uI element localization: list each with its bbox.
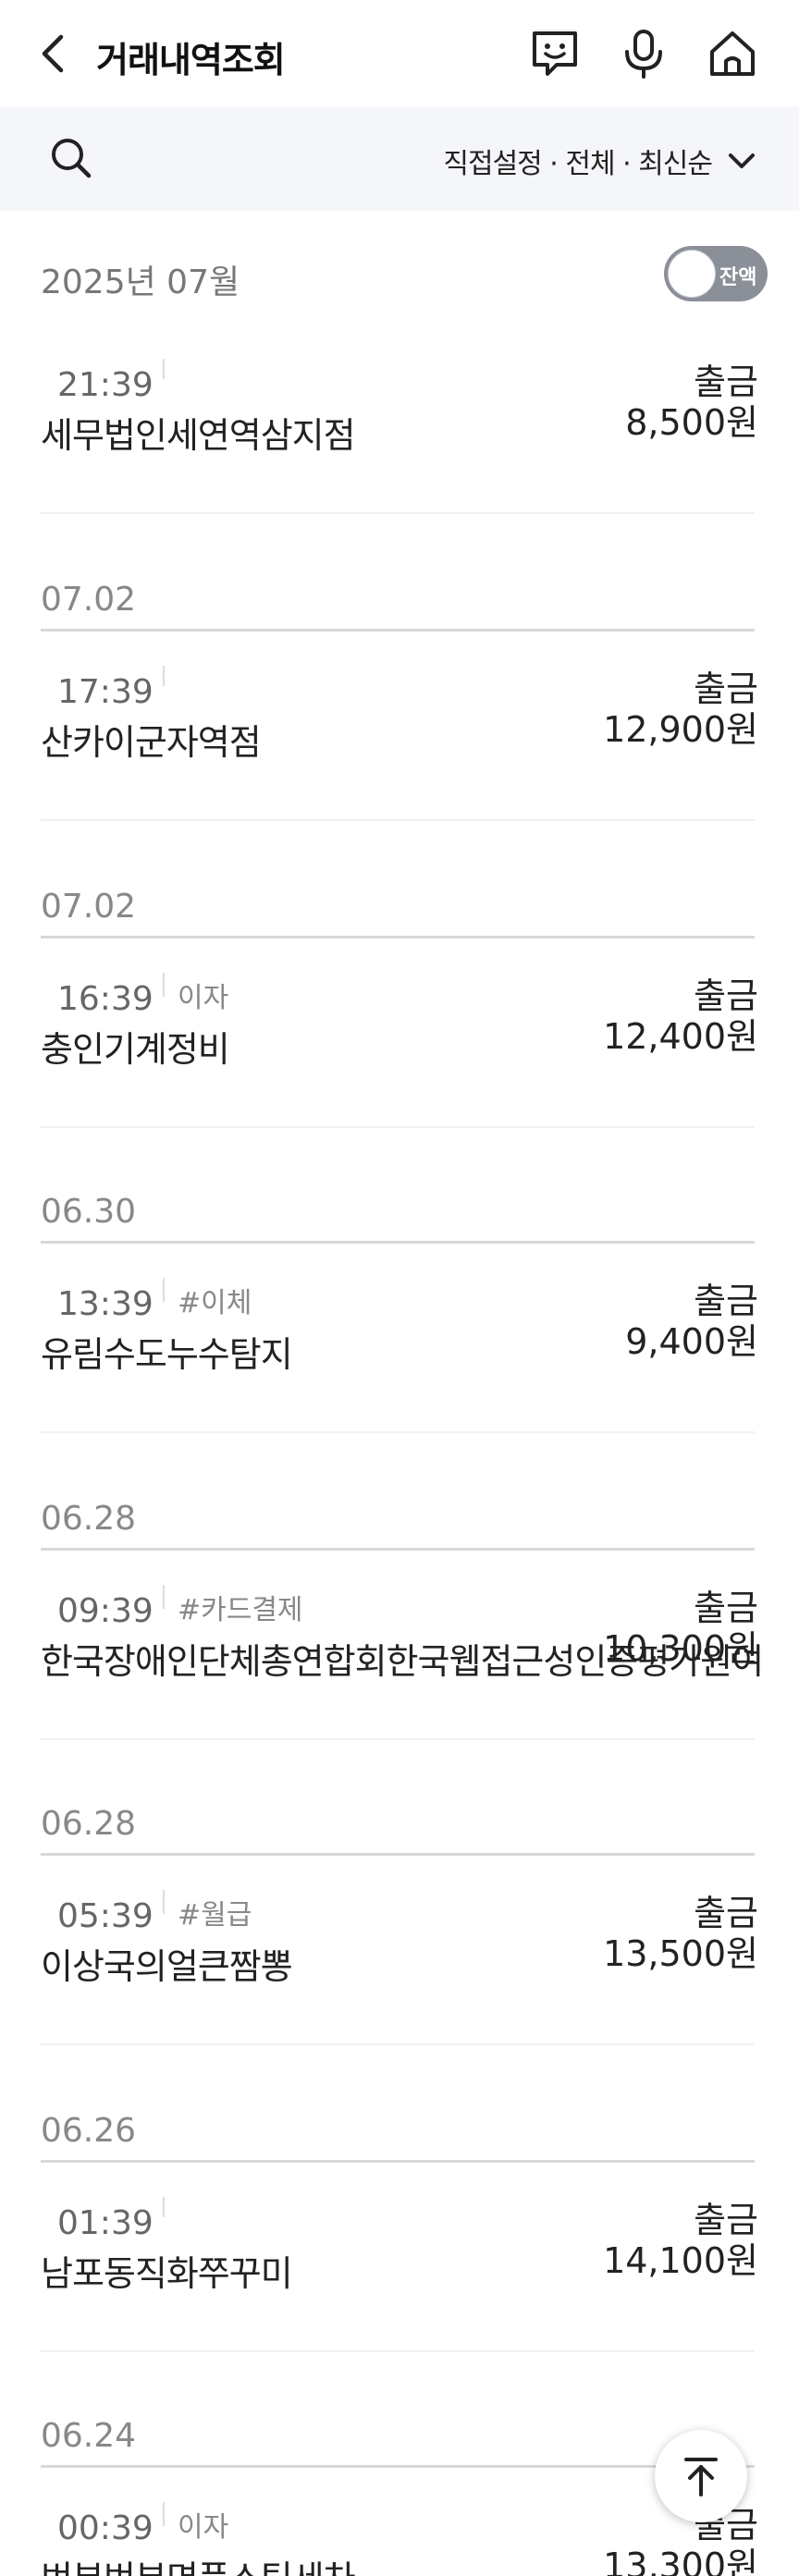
- balance-toggle-label: 잔액: [719, 266, 757, 289]
- tx-time: 13:39: [57, 1285, 154, 1323]
- voice-button[interactable]: [616, 26, 671, 81]
- tx-tag: 이자: [178, 2511, 229, 2544]
- balance-toggle[interactable]: 잔액: [664, 246, 768, 301]
- divider: [163, 1585, 165, 1609]
- tx-amount: 12,400원: [603, 1016, 758, 1057]
- divider: [41, 1241, 755, 1244]
- arrow-up-icon: [684, 2458, 718, 2496]
- tx-merchant: 번부번부면품스틱세차: [41, 2550, 356, 2576]
- transaction-row[interactable]: 13:39 #이체 유림수도누수탐지 출금 9,400원: [0, 1267, 799, 1433]
- tx-merchant: 산카이군자역점: [41, 722, 262, 763]
- divider: [163, 1278, 165, 1302]
- divider: [163, 2197, 165, 2217]
- divider: [163, 2502, 165, 2526]
- transaction-row[interactable]: 21:39 세무법인세연역삼지점 출금 8,500원: [0, 348, 799, 514]
- divider: [163, 666, 165, 686]
- tx-time: 01:39: [57, 2204, 154, 2242]
- divider: [41, 1431, 755, 1433]
- tx-amount: 8,500원: [625, 402, 758, 443]
- divider: [41, 2465, 755, 2468]
- tx-merchant: 세무법인세연역삼지점: [41, 415, 356, 456]
- tx-tag: #월급: [178, 1899, 252, 1932]
- tx-time: 05:39: [57, 1897, 154, 1935]
- divider: [41, 1548, 755, 1551]
- tx-time: 09:39: [57, 1592, 154, 1630]
- transaction-row[interactable]: 01:39 남포동직화쭈꾸미 출금 14,100원: [0, 2186, 799, 2352]
- tx-time: 17:39: [57, 673, 154, 711]
- chatbot-button[interactable]: [527, 26, 583, 81]
- divider: [41, 2350, 755, 2352]
- microphone-icon: [625, 30, 662, 79]
- filter-bar: 직접설정 · 전체 · 최신순: [0, 107, 799, 211]
- transaction-row[interactable]: 09:39 #카드결제 출금 10,300원 한국장애인단체총연합회한국웹접근성…: [0, 1574, 799, 1740]
- tx-merchant: 충인기계정비: [41, 1029, 230, 1070]
- tx-amount: 13,500원: [603, 1933, 758, 1974]
- chat-face-icon: [533, 31, 577, 76]
- tx-merchant: 이상국의얼큰짬뽕: [41, 1946, 293, 1987]
- tx-merchant: 유림수도누수탐지: [41, 1334, 293, 1375]
- search-button[interactable]: [46, 133, 98, 185]
- tx-time: 16:39: [57, 980, 154, 1018]
- divider: [41, 2160, 755, 2163]
- month-label: 2025년 07월: [41, 264, 240, 301]
- toggle-knob: [668, 250, 716, 298]
- date-header: 07.02: [41, 581, 137, 619]
- date-header: 07.02: [41, 888, 137, 926]
- tx-amount: 9,400원: [625, 1321, 758, 1362]
- divider: [41, 1853, 755, 1856]
- divider: [41, 1738, 755, 1740]
- search-icon: [52, 139, 92, 178]
- tx-tag: 이자: [178, 982, 229, 1014]
- tx-merchant: 한국장애인단체총연합회한국웹접근성인증평가원여: [41, 1641, 764, 1682]
- scroll-to-top-button[interactable]: [655, 2430, 747, 2522]
- tx-merchant: 남포동직화쭈꾸미: [41, 2253, 293, 2294]
- home-button[interactable]: [705, 26, 760, 81]
- tx-tag: #이체: [178, 1287, 252, 1319]
- date-header: 06.26: [41, 2112, 137, 2150]
- back-button[interactable]: [33, 28, 74, 80]
- tx-amount: 12,900원: [603, 709, 758, 750]
- transaction-row[interactable]: 16:39 이자 충인기계정비 출금 12,400원: [0, 962, 799, 1128]
- divider: [41, 512, 755, 514]
- divider: [41, 819, 755, 821]
- filter-dropdown[interactable]: 직접설정 · 전체 · 최신순: [443, 141, 760, 181]
- transaction-row[interactable]: 17:39 산카이군자역점 출금 12,900원: [0, 655, 799, 821]
- divider: [41, 2043, 755, 2045]
- page-title: 거래내역조회: [96, 40, 286, 80]
- divider: [41, 629, 755, 632]
- date-header: 06.28: [41, 1500, 137, 1538]
- tx-tag: #카드결제: [178, 1594, 303, 1626]
- divider: [41, 1126, 755, 1128]
- home-icon: [710, 31, 755, 76]
- transaction-row[interactable]: 05:39 #월급 이상국의얼큰짬뽕 출금 13,500원: [0, 1879, 799, 2045]
- chevron-down-icon: [729, 153, 755, 168]
- divider: [163, 973, 165, 997]
- tx-time: 21:39: [57, 366, 154, 404]
- chevron-left-icon: [42, 34, 64, 73]
- app-header: 거래내역조회: [0, 0, 799, 107]
- divider: [163, 1890, 165, 1914]
- tx-time: 00:39: [57, 2509, 154, 2547]
- filter-label: 직접설정 · 전체 · 최신순: [443, 148, 713, 180]
- date-header: 06.30: [41, 1193, 137, 1231]
- divider: [41, 936, 755, 938]
- tx-amount: 13,300원: [603, 2545, 758, 2576]
- divider: [163, 359, 165, 379]
- date-header: 06.28: [41, 1805, 137, 1843]
- tx-amount: 14,100원: [603, 2240, 758, 2281]
- date-header: 06.24: [41, 2417, 137, 2455]
